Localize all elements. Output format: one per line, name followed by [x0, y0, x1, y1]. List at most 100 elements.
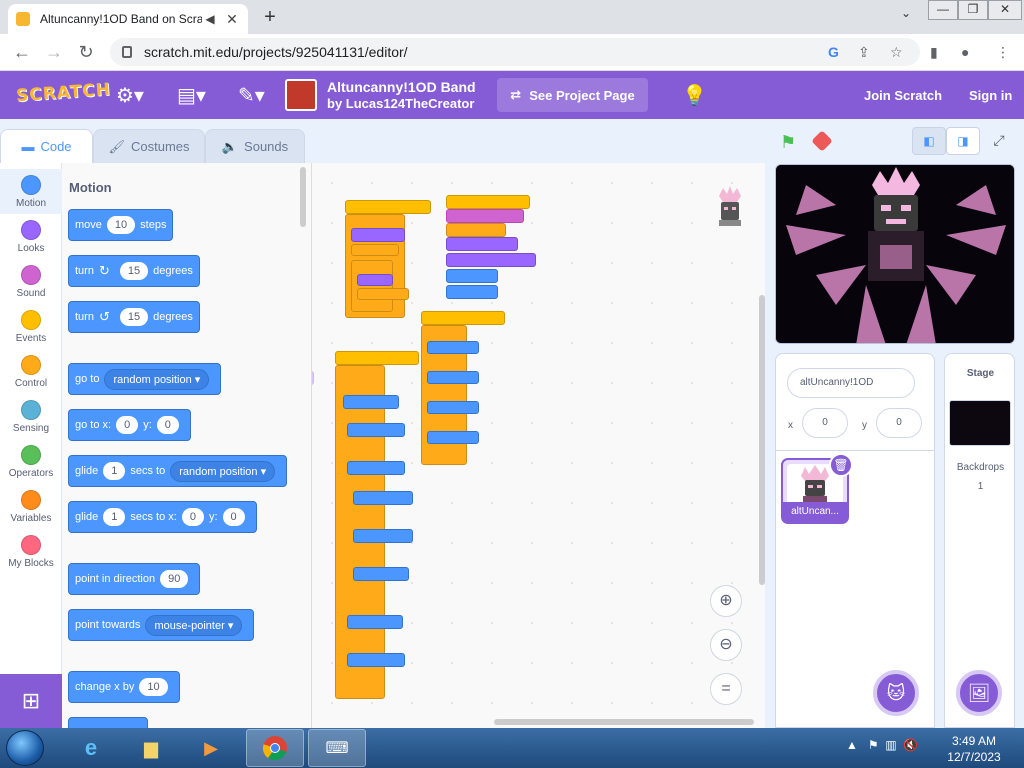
block-number-input[interactable]: 0 — [156, 416, 179, 434]
join-scratch-link[interactable]: Join Scratch — [864, 88, 942, 103]
block-number-input[interactable]: 1 — [103, 508, 126, 526]
zoom-reset-button[interactable]: = — [710, 673, 742, 705]
restore-button[interactable]: ❐ — [958, 0, 988, 20]
sprite-x-input[interactable]: 0 — [802, 408, 848, 438]
motion-block[interactable] — [446, 285, 498, 299]
lightbulb-icon[interactable]: 💡 — [682, 83, 707, 108]
show-hidden-icons-icon[interactable]: ▲ — [846, 738, 858, 752]
motion-block[interactable] — [353, 529, 413, 543]
project-author[interactable]: by Lucas124TheCreator — [327, 96, 474, 111]
block-number-input[interactable]: 15 — [119, 262, 149, 280]
share-icon[interactable]: ⇪ — [858, 44, 870, 61]
sprite-name-input[interactable]: altUncanny!1OD — [787, 368, 915, 398]
go-to-xy-block[interactable]: go to x: 0 y: 0 — [68, 409, 191, 441]
minimize-button[interactable]: — — [928, 0, 958, 20]
scratch-logo[interactable]: SCRATCH — [15, 80, 111, 107]
speaker-icon[interactable]: ◀ — [202, 12, 218, 26]
clock-date[interactable]: 12/7/2023 — [946, 750, 1002, 764]
motion-block[interactable] — [353, 567, 409, 581]
category-variables[interactable]: Variables — [0, 484, 62, 529]
point-in-direction-block[interactable]: point in direction 90 — [68, 563, 201, 595]
block-number-input[interactable]: 15 — [119, 308, 149, 326]
sprite-y-input[interactable]: 0 — [876, 408, 922, 438]
chrome-menu-icon[interactable]: ⋮ — [996, 44, 1010, 61]
looks-block[interactable] — [446, 237, 518, 251]
category-sensing[interactable]: Sensing — [0, 394, 62, 439]
code-workspace[interactable] — [312, 163, 765, 728]
palette-block-partial[interactable] — [68, 717, 148, 728]
profile-icon[interactable]: ● — [961, 44, 969, 60]
motion-block[interactable] — [347, 653, 405, 667]
change-x-block[interactable]: change x by 10 — [68, 671, 180, 703]
motion-block[interactable] — [343, 395, 399, 409]
on-screen-keyboard-icon[interactable]: ⌨ — [308, 729, 366, 767]
tab-search-icon[interactable]: ⌄ — [896, 6, 916, 26]
green-flag-icon[interactable]: ⚑ — [780, 132, 796, 153]
close-tab-icon[interactable]: ✕ — [224, 11, 240, 28]
event-hat-block[interactable] — [335, 351, 419, 365]
file-menu-icon[interactable]: ▤▾ — [177, 83, 206, 108]
network-icon[interactable]: ▥ — [885, 738, 896, 752]
workspace-horizontal-scrollbar[interactable] — [494, 719, 754, 725]
start-button[interactable] — [6, 730, 44, 766]
motion-block[interactable] — [427, 401, 479, 414]
glide-to-block[interactable]: glide 1 secs to random position ▾ — [68, 455, 288, 487]
block-number-input[interactable]: 10 — [106, 216, 136, 234]
control-repeat-block[interactable] — [351, 260, 393, 312]
tab-sounds[interactable]: 🔈 Sounds — [205, 129, 305, 163]
new-tab-button[interactable]: + — [258, 5, 282, 29]
back-arrow-icon[interactable]: ← — [10, 40, 34, 64]
bookmark-star-icon[interactable]: ☆ — [890, 44, 903, 61]
category-control[interactable]: Control — [0, 349, 62, 394]
move-steps-block[interactable]: move 10 steps — [68, 209, 174, 241]
block-number-input[interactable]: 1 — [103, 462, 126, 480]
motion-block[interactable] — [427, 371, 479, 384]
tab-costumes[interactable]: 🖌 Costumes — [93, 129, 205, 163]
zoom-out-button[interactable]: ⊖ — [710, 629, 742, 661]
category-looks[interactable]: Looks — [0, 214, 62, 259]
glide-to-xy-block[interactable]: glide 1 secs to x: 0 y: 0 — [68, 501, 257, 533]
block-dropdown[interactable]: random position ▾ — [170, 460, 276, 482]
forward-arrow-icon[interactable]: → — [42, 40, 66, 64]
category-motion[interactable]: Motion — [0, 169, 62, 214]
block-number-input[interactable]: 0 — [116, 416, 139, 434]
control-wait-block[interactable] — [446, 223, 506, 237]
event-hat-block[interactable] — [345, 200, 431, 214]
small-stage-button[interactable]: ◧ — [912, 127, 946, 155]
sign-in-link[interactable]: Sign in — [969, 88, 1012, 103]
motion-block[interactable] — [347, 461, 405, 475]
block-number-input[interactable]: 90 — [160, 570, 189, 588]
looks-block[interactable] — [357, 274, 393, 286]
add-extension-button[interactable]: ⊞ — [0, 674, 62, 728]
browser-tab[interactable]: Altuncanny!1OD Band on Scratch ◀ ✕ — [8, 4, 248, 34]
block-number-input[interactable]: 0 — [181, 508, 204, 526]
google-translate-icon[interactable]: G — [828, 44, 839, 60]
see-project-page-button[interactable]: ⇄ See Project Page — [497, 78, 648, 112]
stage-canvas[interactable] — [775, 164, 1015, 344]
zoom-in-button[interactable]: ⊕ — [710, 585, 742, 617]
fullscreen-button[interactable]: ⤢ — [982, 127, 1016, 155]
sound-block[interactable] — [446, 209, 524, 223]
chrome-taskbar-icon[interactable] — [246, 729, 304, 767]
address-bar[interactable]: scratch.mit.edu/projects/925041131/edito… — [110, 38, 920, 66]
system-tray[interactable]: ▲ ⚑ ▥ 🔇 — [846, 738, 918, 752]
motion-block[interactable] — [347, 615, 403, 629]
action-center-icon[interactable]: ⚑ — [868, 738, 879, 752]
control-wait-block[interactable] — [357, 288, 409, 300]
edit-pencil-icon[interactable]: ✎▾ — [238, 83, 265, 108]
choose-backdrop-button[interactable]: 🖼 — [956, 670, 1002, 716]
tab-code[interactable]: ▬ Code — [0, 129, 93, 163]
looks-block[interactable] — [351, 228, 405, 242]
stage-thumbnail[interactable] — [949, 400, 1011, 446]
palette-scrollbar[interactable] — [300, 167, 306, 227]
category-events[interactable]: Events — [0, 304, 62, 349]
turn-left-block[interactable]: turn ↺ 15 degrees — [68, 301, 200, 333]
turn-right-block[interactable]: turn ↻ 15 degrees — [68, 255, 200, 287]
category-sound[interactable]: Sound — [0, 259, 62, 304]
clock-time[interactable]: 3:49 AM — [946, 734, 1002, 748]
block-dropdown[interactable]: mouse-pointer ▾ — [145, 614, 243, 636]
point-towards-block[interactable]: point towards mouse-pointer ▾ — [68, 609, 255, 641]
control-block[interactable] — [351, 244, 399, 256]
go-to-block[interactable]: go to random position ▾ — [68, 363, 222, 395]
block-dropdown[interactable]: random position ▾ — [104, 368, 210, 390]
